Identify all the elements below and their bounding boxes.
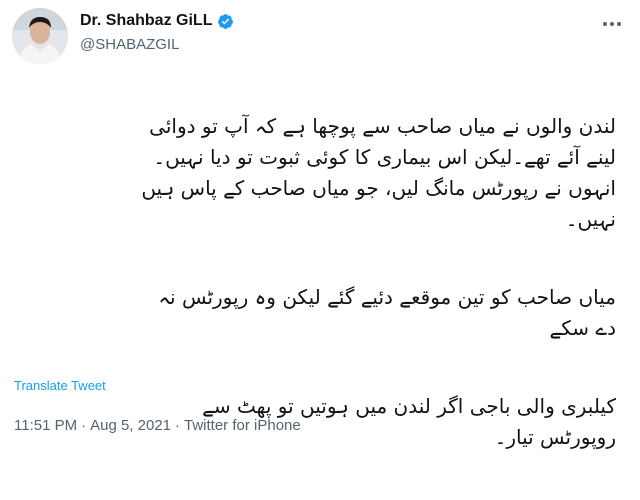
avatar-photo: [12, 8, 68, 64]
author-handle[interactable]: @SHABAZGIL: [80, 36, 234, 53]
tweet-source[interactable]: Twitter for iPhone: [184, 417, 301, 434]
tweet-paragraph: لندن والوں نے میاں صاحب سے پوچھا ہے کہ آ…: [141, 114, 616, 231]
translate-tweet-link[interactable]: Translate Tweet: [14, 378, 106, 393]
tweet-author: Dr. Shahbaz GiLL @SHABAZGIL: [80, 10, 234, 53]
tweet-text: لندن والوں نے میاں صاحب سے پوچھا ہے کہ آ…: [14, 80, 616, 500]
more-options-icon[interactable]: [598, 14, 626, 34]
separator: ·: [175, 417, 180, 434]
verified-badge-icon: [217, 13, 234, 30]
tweet-time[interactable]: 11:51 PM: [14, 417, 77, 434]
tweet-metadata: 11:51 PM · Aug 5, 2021 · Twitter for iPh…: [14, 417, 301, 434]
avatar[interactable]: [12, 8, 68, 64]
name-row: Dr. Shahbaz GiLL: [80, 10, 234, 32]
tweet-date[interactable]: Aug 5, 2021: [90, 417, 171, 434]
separator: ·: [81, 417, 87, 434]
author-display-name[interactable]: Dr. Shahbaz GiLL: [80, 12, 212, 30]
tweet-paragraph: میاں صاحب کو تین موقعے دئیے گئے لیکن وہ …: [158, 285, 616, 340]
tweet: Dr. Shahbaz GiLL @SHABAZGIL لندن والوں ن…: [0, 0, 640, 449]
